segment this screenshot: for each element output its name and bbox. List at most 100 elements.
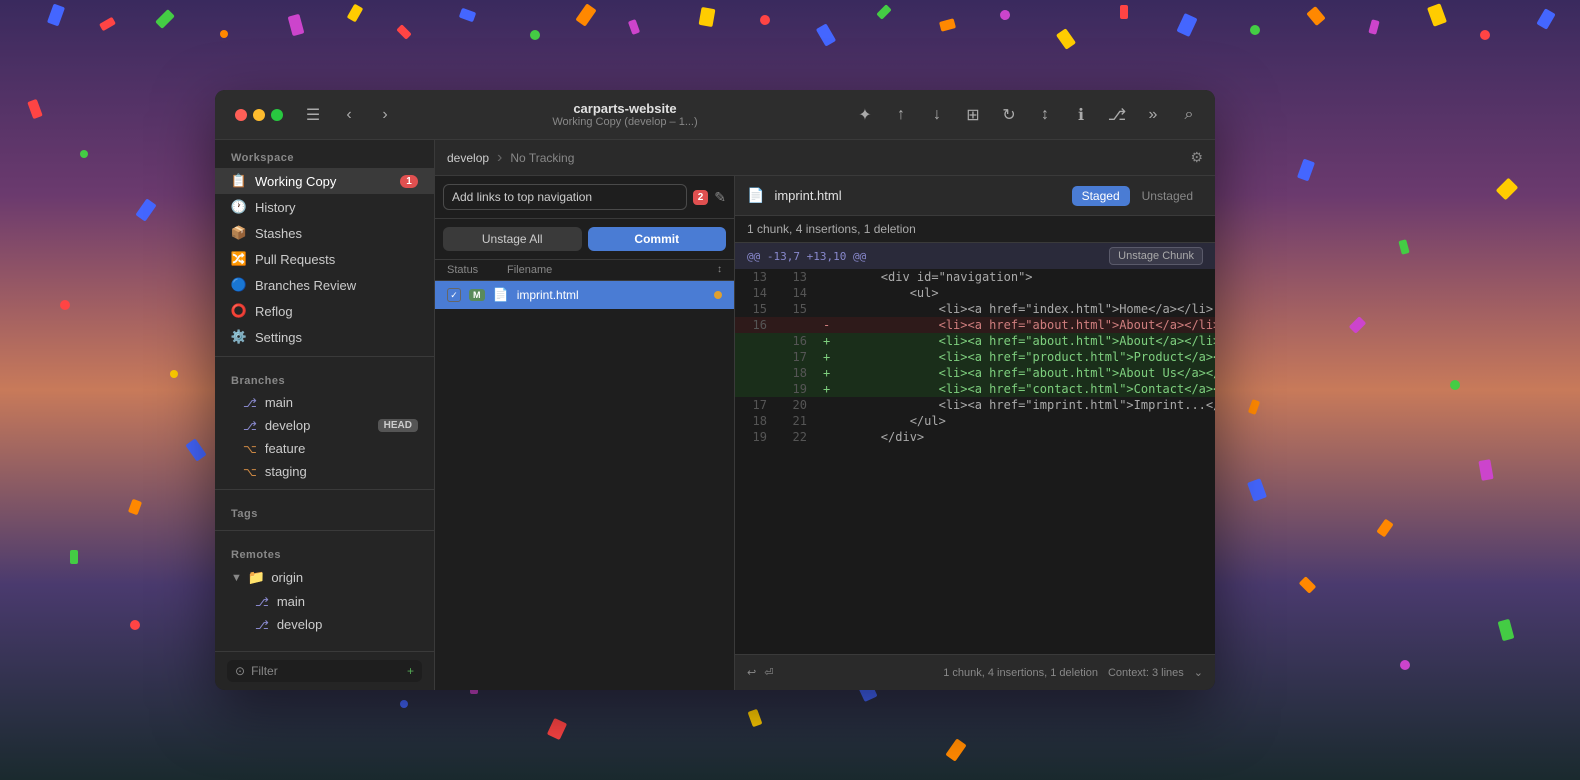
diff-line: 19 + <li><a href="contact.html">Contact<… (735, 381, 1215, 397)
new-line-num: 20 (775, 398, 815, 412)
stash-icon[interactable]: ⊞ (959, 101, 987, 129)
remote-develop-label: develop (277, 617, 323, 632)
diff-header: 📄 imprint.html Staged Unstaged (735, 176, 1215, 216)
branch-staging-label: staging (265, 464, 307, 479)
info-icon[interactable]: ℹ (1067, 101, 1095, 129)
refresh-icon[interactable]: ↻ (995, 101, 1023, 129)
remote-chevron-icon: ▼ (231, 572, 242, 584)
remote-develop[interactable]: ⎇ develop (215, 613, 434, 636)
settings-icon: ⚙️ (231, 329, 247, 345)
diff-line: 18 21 </ul> (735, 413, 1215, 429)
diff-line: 14 14 <ul> (735, 285, 1215, 301)
line-content: - <li><a href="about.html">About</a></li… (815, 318, 1215, 332)
file-name: imprint.html (517, 288, 706, 302)
old-line-num: 17 (735, 398, 775, 412)
diff-line: 17 20 <li><a href="imprint.html">Imprint… (735, 397, 1215, 413)
sidebar: Workspace 📋 Working Copy 1 🕐 History 📦 S… (215, 140, 435, 690)
branch-main[interactable]: ⎇ main (215, 391, 434, 414)
sidebar-item-branches-review[interactable]: 🔵 Branches Review (215, 272, 434, 298)
sidebar-item-stashes[interactable]: 📦 Stashes (215, 220, 434, 246)
old-line-num: 13 (735, 270, 775, 284)
tab-unstaged[interactable]: Unstaged (1132, 186, 1203, 206)
toolbar-title: carparts-website Working Copy (develop –… (407, 101, 843, 128)
repo-name: carparts-website (407, 101, 843, 116)
sidebar-item-reflog[interactable]: ⭕ Reflog (215, 298, 434, 324)
old-line-num (735, 350, 775, 364)
branch-main-label: main (265, 395, 293, 410)
diff-line: 16 - <li><a href="about.html">About</a><… (735, 317, 1215, 333)
fetch-icon[interactable]: ✦ (851, 101, 879, 129)
tag-icon[interactable]: ↕ (1031, 101, 1059, 129)
old-line-num: 18 (735, 414, 775, 428)
whitespace-icon[interactable]: ⏎ (764, 666, 773, 679)
line-content: </div> (815, 430, 1215, 444)
file-checkbox[interactable]: ✓ (447, 288, 461, 302)
maximize-button[interactable] (271, 109, 283, 121)
commit-button[interactable]: Commit (588, 227, 727, 251)
branch-settings-icon[interactable]: ⚙ (1190, 149, 1203, 166)
remote-develop-icon: ⎇ (255, 618, 269, 632)
unstage-all-button[interactable]: Unstage All (443, 227, 582, 251)
remote-main[interactable]: ⎇ main (215, 590, 434, 613)
nav-back-icon[interactable]: ‹ (335, 101, 363, 129)
sidebar-divider-2 (215, 489, 434, 490)
wrap-icon[interactable]: ↩ (747, 666, 756, 679)
branch-main-icon: ⎇ (243, 396, 257, 410)
branch-separator: › (497, 149, 502, 167)
diff-file-icon: 📄 (747, 187, 764, 204)
table-row[interactable]: ✓ M 📄 imprint.html (435, 281, 734, 309)
new-line-num: 19 (775, 382, 815, 396)
main-content: develop › No Tracking ⚙ 2 ✎ (435, 140, 1215, 690)
old-line-num (735, 334, 775, 348)
file-list-scroll[interactable]: ✓ M 📄 imprint.html (435, 281, 734, 690)
toolbar: ☰ ‹ › carparts-website Working Copy (dev… (215, 90, 1215, 140)
branch-staging[interactable]: ⌥ staging (215, 460, 434, 483)
file-list-header: Status Filename ↕ (435, 260, 734, 281)
sidebar-item-pull-requests[interactable]: 🔀 Pull Requests (215, 246, 434, 272)
push-icon[interactable]: ↑ (887, 101, 915, 129)
unstage-chunk-button[interactable]: Unstage Chunk (1109, 247, 1203, 265)
stashes-icon: 📦 (231, 225, 247, 241)
pull-requests-label: Pull Requests (255, 252, 335, 267)
context-label: Context: 3 lines (1108, 667, 1184, 679)
no-tracking: No Tracking (510, 151, 574, 165)
char-count-badge: 2 (693, 190, 709, 205)
line-content: + <li><a href="about.html">About</a></li… (815, 334, 1215, 348)
line-content: <li><a href="index.html">Home</a></li> (815, 302, 1215, 316)
actions-row: Unstage All Commit (435, 219, 734, 260)
tab-staged[interactable]: Staged (1072, 186, 1130, 206)
sidebar-item-working-copy[interactable]: 📋 Working Copy 1 (215, 168, 434, 194)
more-icon[interactable]: » (1139, 101, 1167, 129)
remote-origin[interactable]: ▼ 📁 origin (215, 565, 434, 590)
branches-review-icon: 🔵 (231, 277, 247, 293)
pull-icon[interactable]: ↓ (923, 101, 951, 129)
close-button[interactable] (235, 109, 247, 121)
content-panels: 2 ✎ Unstage All Commit Status Filename ↕ (435, 176, 1215, 690)
head-badge: HEAD (378, 419, 418, 432)
diff-line: 19 22 </div> (735, 429, 1215, 445)
sidebar-toggle-icon[interactable]: ☰ (299, 101, 327, 129)
branch-develop[interactable]: ⎇ develop HEAD (215, 414, 434, 437)
workspace-header: Workspace (215, 140, 434, 168)
commit-message-input[interactable] (443, 184, 687, 210)
nav-forward-icon[interactable]: › (371, 101, 399, 129)
context-chevron-icon[interactable]: ⌄ (1194, 666, 1203, 679)
sidebar-item-settings[interactable]: ⚙️ Settings (215, 324, 434, 350)
remote-origin-label: origin (271, 570, 303, 585)
minimize-button[interactable] (253, 109, 265, 121)
filter-icon: ⊙ (235, 664, 245, 678)
filter-plus-icon[interactable]: + (407, 664, 414, 678)
remote-main-label: main (277, 594, 305, 609)
branch-feature[interactable]: ⌥ feature (215, 437, 434, 460)
sidebar-item-history[interactable]: 🕐 History (215, 194, 434, 220)
line-content: </ul> (815, 414, 1215, 428)
diff-line: 13 13 <div id="navigation"> (735, 269, 1215, 285)
search-icon[interactable]: ⌕ (1175, 101, 1203, 129)
diff-footer: ↩ ⏎ 1 chunk, 4 insertions, 1 deletion Co… (735, 654, 1215, 690)
remote-folder-icon: 📁 (248, 569, 265, 586)
filter-bar[interactable]: ⊙ Filter + (227, 660, 422, 682)
sidebar-footer: ⊙ Filter + (215, 651, 434, 690)
edit-icon[interactable]: ✎ (714, 189, 726, 206)
branch-icon[interactable]: ⎇ (1103, 101, 1131, 129)
diff-content[interactable]: @@ -13,7 +13,10 @@ Unstage Chunk 13 13 <… (735, 243, 1215, 654)
